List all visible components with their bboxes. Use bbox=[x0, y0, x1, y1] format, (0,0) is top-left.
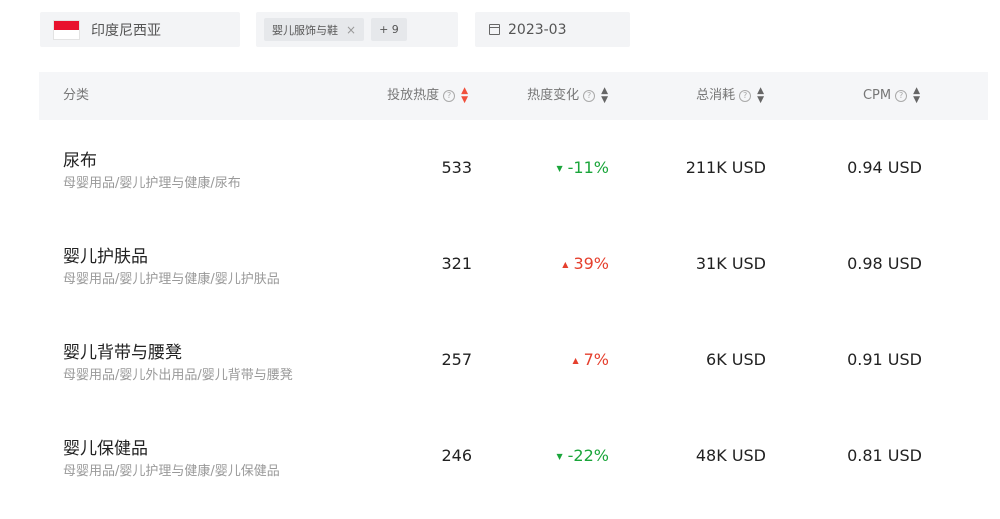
category-tag-label: 婴儿服饰与鞋 bbox=[272, 23, 338, 37]
sort-icon[interactable]: ▲ ▼ bbox=[757, 87, 764, 105]
heat-value: 246 bbox=[441, 446, 472, 465]
date-picker[interactable]: 2023-03 bbox=[475, 12, 630, 47]
category-name: 尿布 bbox=[63, 151, 97, 171]
category-tag: 婴儿服饰与鞋 × bbox=[264, 18, 365, 41]
cpm-value: 0.98 USD bbox=[847, 254, 922, 273]
header-category: 分类 bbox=[63, 88, 90, 103]
total-cost: 48K USD bbox=[695, 446, 766, 465]
up-arrow-icon: ▲ bbox=[572, 355, 579, 365]
help-icon[interactable]: ? bbox=[739, 90, 752, 102]
down-arrow-icon: ▼ bbox=[556, 163, 563, 173]
category-name: 婴儿护肤品 bbox=[63, 247, 148, 267]
table-header: 分类 投放热度? ▲ ▼ 热度变化? ▲ ▼ 总消耗? ▲ ▼ CPM? ▲ ▼ bbox=[39, 72, 988, 120]
cpm-value: 0.91 USD bbox=[847, 350, 922, 369]
heat-change: ▼ -22% bbox=[556, 446, 610, 465]
header-cpm[interactable]: CPM? ▲ ▼ bbox=[863, 72, 920, 120]
up-arrow-icon: ▲ bbox=[562, 259, 569, 269]
indonesia-flag-icon bbox=[54, 20, 79, 39]
help-icon[interactable]: ? bbox=[583, 90, 596, 102]
table-row[interactable]: 婴儿背带与腰凳 母婴用品/婴儿外出用品/婴儿背带与腰凳 257 ▲ 7% 6K U… bbox=[39, 312, 988, 408]
heat-value: 533 bbox=[441, 158, 472, 177]
table-row[interactable]: 婴儿护肤品 母婴用品/婴儿护理与健康/婴儿护肤品 321 ▲ 39% 31K US… bbox=[39, 216, 988, 312]
category-select[interactable]: 婴儿服饰与鞋 × + 9 bbox=[256, 12, 458, 47]
country-select[interactable]: 印度尼西亚 bbox=[40, 12, 240, 47]
header-change[interactable]: 热度变化? ▲ ▼ bbox=[527, 72, 608, 120]
sort-icon[interactable]: ▲ ▼ bbox=[601, 87, 608, 105]
heat-change: ▲ 7% bbox=[572, 350, 609, 369]
sort-icon[interactable]: ▲ ▼ bbox=[913, 87, 920, 105]
more-tags-count[interactable]: + 9 bbox=[371, 18, 407, 41]
table-row[interactable]: 婴儿保健品 母婴用品/婴儿护理与健康/婴儿保健品 246 ▼ -22% 48K U… bbox=[39, 408, 988, 504]
help-icon[interactable]: ? bbox=[443, 90, 456, 102]
header-cost[interactable]: 总消耗? ▲ ▼ bbox=[696, 72, 764, 120]
category-path: 母婴用品/婴儿外出用品/婴儿背带与腰凳 bbox=[63, 368, 293, 383]
category-path: 母婴用品/婴儿护理与健康/尿布 bbox=[63, 176, 241, 191]
table-row[interactable]: 尿布 母婴用品/婴儿护理与健康/尿布 533 ▼ -11% 211K USD 0.… bbox=[39, 120, 988, 216]
heat-value: 321 bbox=[441, 254, 472, 273]
category-path: 母婴用品/婴儿护理与健康/婴儿护肤品 bbox=[63, 272, 280, 287]
category-path: 母婴用品/婴儿护理与健康/婴儿保健品 bbox=[63, 464, 280, 479]
sort-icon[interactable]: ▲ ▼ bbox=[461, 87, 468, 105]
heat-change: ▲ 39% bbox=[562, 254, 609, 273]
cpm-value: 0.81 USD bbox=[847, 446, 922, 465]
heat-change: ▼ -11% bbox=[556, 158, 610, 177]
date-value: 2023-03 bbox=[508, 21, 567, 38]
total-cost: 6K USD bbox=[706, 350, 766, 369]
cpm-value: 0.94 USD bbox=[847, 158, 922, 177]
calendar-icon bbox=[489, 24, 500, 35]
total-cost: 211K USD bbox=[685, 158, 766, 177]
total-cost: 31K USD bbox=[695, 254, 766, 273]
help-icon[interactable]: ? bbox=[895, 90, 908, 102]
down-arrow-icon: ▼ bbox=[556, 451, 563, 461]
country-label: 印度尼西亚 bbox=[91, 22, 161, 39]
header-heat[interactable]: 投放热度? ▲ ▼ bbox=[387, 72, 468, 120]
heat-value: 257 bbox=[441, 350, 472, 369]
category-name: 婴儿保健品 bbox=[63, 439, 148, 459]
category-name: 婴儿背带与腰凳 bbox=[63, 343, 182, 363]
tag-close-icon[interactable]: × bbox=[346, 23, 356, 37]
